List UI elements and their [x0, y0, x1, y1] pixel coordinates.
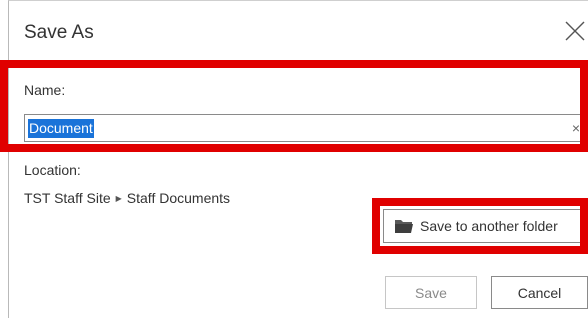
save-to-another-folder-button[interactable]: Save to another folder: [383, 209, 588, 243]
cancel-button[interactable]: Cancel: [491, 276, 588, 309]
folder-open-icon: [395, 220, 413, 233]
clear-icon[interactable]: ×: [569, 119, 583, 137]
close-icon: [565, 21, 585, 41]
name-input[interactable]: Document ×: [24, 114, 584, 142]
save-button[interactable]: Save: [385, 276, 477, 309]
dialog-title: Save As: [24, 22, 94, 43]
breadcrumb-separator-icon: ▶: [115, 193, 122, 203]
location-breadcrumb: TST Staff Site ▶ Staff Documents: [24, 190, 230, 206]
name-input-value[interactable]: Document: [28, 119, 94, 138]
breadcrumb-site: TST Staff Site: [24, 190, 111, 206]
close-button[interactable]: [561, 17, 588, 45]
save-to-another-folder-label: Save to another folder: [420, 218, 558, 234]
name-label: Name:: [24, 82, 66, 98]
breadcrumb-library: Staff Documents: [126, 190, 231, 206]
location-label: Location:: [24, 162, 81, 178]
save-as-dialog: Save As: [8, 0, 588, 318]
